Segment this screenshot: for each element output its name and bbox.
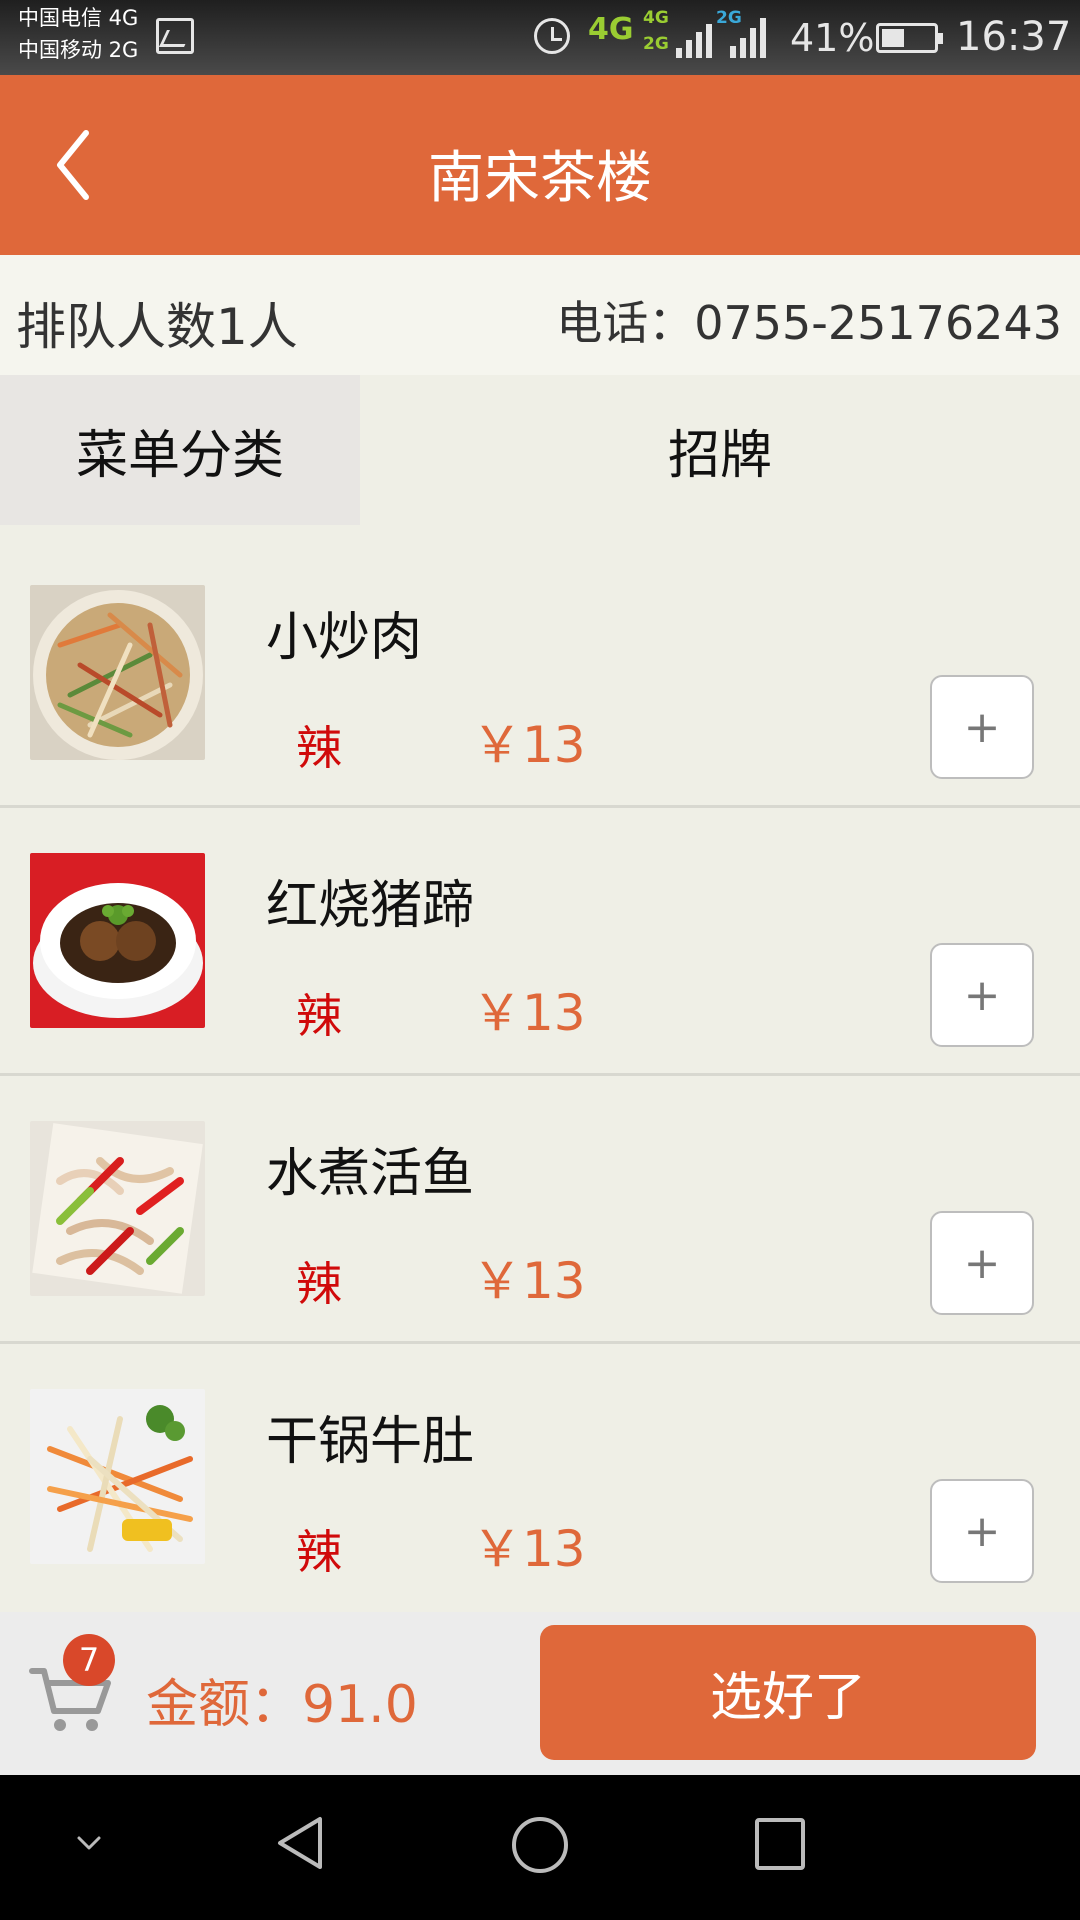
cart-bar: 7 金额：91.0 选好了 xyxy=(0,1612,1080,1775)
alarm-icon xyxy=(534,18,570,54)
carrier-2: 中国移动 2G xyxy=(18,38,139,62)
phone-number[interactable]: 电话：0755-25176243 xyxy=(556,287,1062,353)
nav-collapse-icon[interactable] xyxy=(74,1831,104,1855)
status-bar: 中国电信 4G 中国移动 2G 4G 4G 2G 2G 41% 16:37 xyxy=(0,0,1080,75)
dish-item[interactable]: 小炒肉 辣 ￥13 + xyxy=(0,540,1080,808)
dish-name: 干锅牛肚 xyxy=(266,1412,475,1472)
dish-image xyxy=(30,585,205,760)
add-button[interactable]: + xyxy=(930,1211,1034,1315)
nav-home-icon[interactable] xyxy=(510,1815,570,1875)
tab-bar: 菜单分类 招牌 xyxy=(0,375,1080,525)
gallery-icon xyxy=(156,18,194,54)
tab-signature[interactable]: 招牌 xyxy=(360,375,1080,525)
dish-name: 水煮活鱼 xyxy=(266,1144,475,1204)
dish-image xyxy=(30,853,205,1028)
dish-item[interactable]: 红烧猪蹄 辣 ￥13 + xyxy=(0,808,1080,1076)
clock: 16:37 xyxy=(956,14,1072,60)
page-title: 南宋茶楼 xyxy=(428,146,652,211)
spicy-tag: 辣 xyxy=(296,989,342,1043)
network-4g-label: 4G xyxy=(588,12,634,47)
dish-item[interactable]: 水煮活鱼 辣 ￥13 + xyxy=(0,1076,1080,1344)
battery-percent: 41% xyxy=(790,16,875,60)
spicy-tag: 辣 xyxy=(296,1257,342,1311)
spicy-tag: 辣 xyxy=(296,721,342,775)
dish-name: 小炒肉 xyxy=(266,608,423,668)
info-bar: 排队人数1人 电话：0755-25176243 xyxy=(0,255,1080,375)
nav-back-icon[interactable] xyxy=(272,1813,328,1873)
dish-price: ￥13 xyxy=(472,1252,586,1310)
network-sub-label-1: 4G xyxy=(643,8,669,28)
carrier-1: 中国电信 4G xyxy=(18,6,139,30)
dish-price: ￥13 xyxy=(472,984,586,1042)
dish-name: 红烧猪蹄 xyxy=(266,876,475,936)
add-button[interactable]: + xyxy=(930,943,1034,1047)
system-nav-bar xyxy=(0,1775,1080,1920)
tab-menu-categories[interactable]: 菜单分类 xyxy=(0,375,360,525)
dish-item[interactable]: 干锅牛肚 辣 ￥13 + xyxy=(0,1344,1080,1587)
spicy-tag: 辣 xyxy=(296,1525,342,1579)
add-button[interactable]: + xyxy=(930,1479,1034,1583)
network-sub-label-2: 2G xyxy=(643,34,669,54)
dish-image xyxy=(30,1389,205,1564)
dish-price: ￥13 xyxy=(472,1520,586,1578)
signal-icon xyxy=(676,22,712,58)
cart-amount: 金额：91.0 xyxy=(146,1675,418,1735)
signal-icon xyxy=(730,18,766,58)
dish-image xyxy=(30,1121,205,1296)
dish-price: ￥13 xyxy=(472,716,586,774)
battery-icon xyxy=(876,23,943,53)
queue-count: 排队人数1人 xyxy=(16,298,298,356)
add-button[interactable]: + xyxy=(930,675,1034,779)
cart-count-badge: 7 xyxy=(63,1634,115,1686)
nav-recents-icon[interactable] xyxy=(754,1817,806,1871)
app-header: 南宋茶楼 xyxy=(0,75,1080,255)
dish-list[interactable]: 小炒肉 辣 ￥13 + 红烧猪蹄 辣 ￥13 + 水煮活鱼 辣 ￥13 + 干锅… xyxy=(0,540,1080,1587)
confirm-order-button[interactable]: 选好了 xyxy=(540,1625,1036,1760)
